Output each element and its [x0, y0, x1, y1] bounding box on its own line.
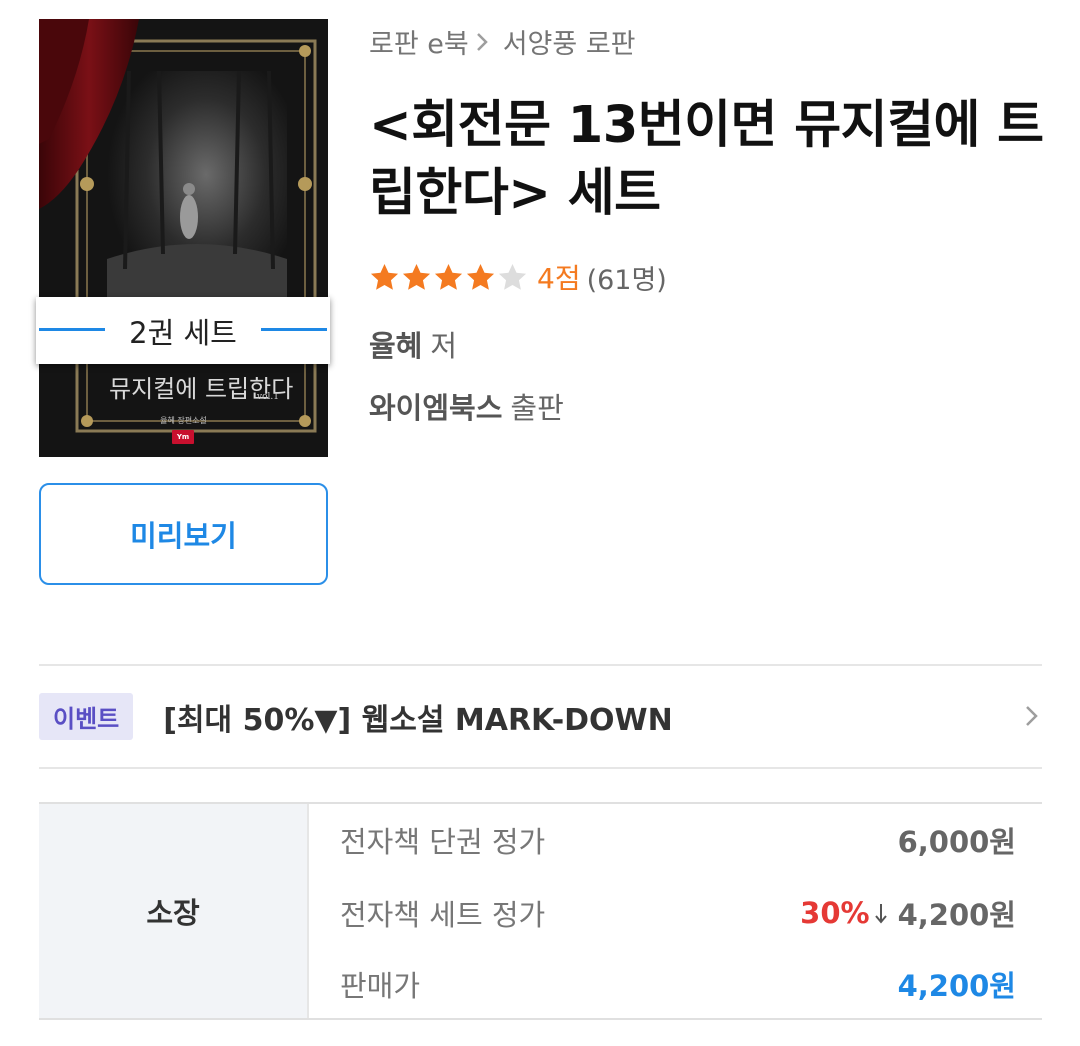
event-badge: 이벤트 [39, 693, 134, 740]
book-title: <회전문 13번이면 뮤지컬에 트립한다> 세트 [369, 96, 1044, 223]
rating-score: 4점 [537, 262, 581, 295]
star-empty-icon [498, 263, 527, 290]
event-banner[interactable]: 이벤트 [최대 50%▼] 웹소설 MARK-DOWN [39, 665, 1042, 768]
publisher-row: 와이엠북스 출판 [369, 385, 564, 427]
divider [39, 767, 1042, 769]
star-filled-icon [466, 263, 495, 290]
event-text: [최대 50%▼] 웹소설 MARK-DOWN [163, 702, 673, 738]
rating-count: (61명) [586, 264, 667, 296]
set-badge-label: 2권 세트 [129, 315, 237, 350]
ribbon-line-left [39, 328, 105, 331]
ribbon-line-right [261, 328, 327, 331]
cover-subtitle: 율혜 장편소설 [160, 416, 207, 425]
star-filled-icon [434, 263, 463, 290]
sale-price-value: 4,200원 [897, 969, 1016, 1003]
preview-button[interactable]: 미리보기 [39, 483, 328, 585]
star-filled-icon [370, 263, 399, 290]
breadcrumb-subcategory[interactable]: 서양풍 로판 [503, 22, 636, 61]
star-rating [369, 262, 529, 293]
author-role: 저 [430, 329, 458, 363]
price-value: 6,000원 [897, 825, 1016, 859]
author-name[interactable]: 율혜 [369, 329, 422, 363]
cover-volume: vol.1 [257, 392, 279, 402]
cover-title: 뮤지컬에 트립한다 [109, 375, 294, 403]
rating[interactable]: 4점 (61명) [369, 257, 667, 297]
breadcrumb: 로판 e북 서양풍 로판 [369, 22, 636, 61]
price-label: 판매가 [340, 969, 421, 1003]
price-value-group: 30% 4,200원 [800, 892, 1016, 934]
set-badge: 2권 세트 [36, 297, 330, 364]
chevron-right-icon [1026, 706, 1038, 726]
publisher-name[interactable]: 와이엠북스 [369, 391, 502, 425]
price-section-label: 소장 [39, 804, 309, 1018]
price-row-single: 전자책 단권 정가 6,000원 [340, 820, 1016, 860]
book-cover[interactable]: 뮤지컬에 트립한다 vol.1 율혜 장편소설 Ym [39, 19, 328, 457]
price-row-set: 전자책 세트 정가 30% 4,200원 [340, 893, 1016, 933]
author-row: 율혜 저 [369, 323, 457, 365]
price-table: 소장 전자책 단권 정가 6,000원 전자책 세트 정가 30% 4,200원… [39, 802, 1042, 1020]
arrow-down-icon [874, 904, 887, 924]
star-filled-icon [402, 263, 431, 290]
publisher-logo: Ym [172, 430, 194, 444]
breadcrumb-category[interactable]: 로판 e북 [369, 22, 469, 61]
chevron-right-icon [476, 32, 488, 51]
price-label: 전자책 단권 정가 [340, 825, 546, 859]
discount-rate: 30% [800, 896, 870, 930]
price-label: 전자책 세트 정가 [340, 898, 546, 932]
price-value: 4,200원 [897, 898, 1016, 932]
price-row-sale: 판매가 4,200원 [340, 964, 1016, 1004]
publisher-role: 출판 [510, 391, 564, 425]
